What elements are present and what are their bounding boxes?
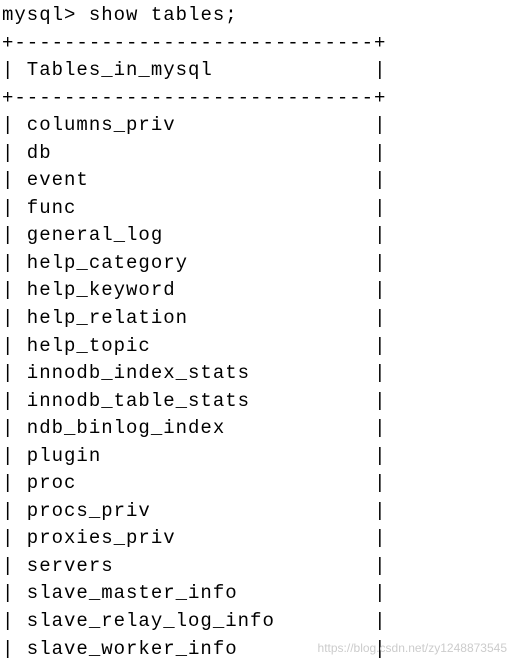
pipe-right: | [374,555,386,577]
table-row: | innodb_index_stats | [2,360,515,388]
pipe-left: | [2,335,14,357]
table-cell: innodb_table_stats [14,390,374,412]
table-cell: general_log [14,224,374,246]
pipe-left: | [2,169,14,191]
pipe-right: | [374,114,386,136]
pipe-left: | [2,307,14,329]
pipe-left: | [2,142,14,164]
command-line: mysql> show tables; [2,2,515,30]
pipe-left: | [2,555,14,577]
table-row: | help_relation | [2,305,515,333]
pipe-left: | [2,390,14,412]
table-cell: slave_relay_log_info [14,610,374,632]
pipe-right: | [374,197,386,219]
table-border-mid: +-----------------------------+ [2,85,515,113]
table-cell: slave_master_info [14,582,374,604]
table-cell: help_relation [14,307,374,329]
pipe-right: | [374,472,386,494]
table-border-top: +-----------------------------+ [2,30,515,58]
table-row: | innodb_table_stats | [2,388,515,416]
table-row: | plugin | [2,443,515,471]
pipe-left: | [2,417,14,439]
table-cell: columns_priv [14,114,374,136]
terminal-output: mysql> show tables; +-------------------… [0,0,515,663]
table-row: | help_topic | [2,333,515,361]
pipe-right: | [374,445,386,467]
pipe-left: | [2,500,14,522]
table-cell: proc [14,472,374,494]
table-row: | ndb_binlog_index | [2,415,515,443]
table-cell: ndb_binlog_index [14,417,374,439]
pipe-right: | [374,390,386,412]
pipe-left: | [2,582,14,604]
pipe-left: | [2,362,14,384]
pipe-left: | [2,197,14,219]
watermark: https://blog.csdn.net/zy1248873545 [318,640,507,657]
table-cell: servers [14,555,374,577]
table-row: | columns_priv | [2,112,515,140]
table-row: | servers | [2,553,515,581]
table-cell: func [14,197,374,219]
table-row: | help_keyword | [2,277,515,305]
pipe-right: | [374,362,386,384]
pipe-right: | [374,252,386,274]
table-cell: help_topic [14,335,374,357]
table-cell: help_category [14,252,374,274]
table-cell: help_keyword [14,279,374,301]
table-cell: procs_priv [14,500,374,522]
table-row: | procs_priv | [2,498,515,526]
column-header: Tables_in_mysql [14,59,374,81]
table-row: | slave_relay_log_info | [2,608,515,636]
pipe-right: | [374,169,386,191]
pipe-left: | [2,638,14,660]
command-text: show tables; [89,4,238,26]
pipe-left: | [2,224,14,246]
table-row: | proc | [2,470,515,498]
table-cell: proxies_priv [14,527,374,549]
table-row: | general_log | [2,222,515,250]
table-row: | func | [2,195,515,223]
pipe-right: | [374,582,386,604]
pipe-right: | [374,335,386,357]
pipe-right: | [374,417,386,439]
table-row: | slave_master_info | [2,580,515,608]
table-row: | event | [2,167,515,195]
pipe-right: | [374,142,386,164]
pipe-left: | [2,527,14,549]
table-row: | proxies_priv | [2,525,515,553]
table-header: | Tables_in_mysql | [2,57,515,85]
pipe-right: | [374,527,386,549]
prompt: mysql> [2,4,89,26]
pipe-left: | [2,59,14,81]
table-cell: innodb_index_stats [14,362,374,384]
table-cell: plugin [14,445,374,467]
pipe-right: | [374,224,386,246]
table-row: | help_category | [2,250,515,278]
pipe-left: | [2,472,14,494]
table-cell: event [14,169,374,191]
pipe-right: | [374,610,386,632]
pipe-left: | [2,114,14,136]
pipe-left: | [2,279,14,301]
table-body: | columns_priv || db || event || func ||… [2,112,515,663]
pipe-left: | [2,252,14,274]
pipe-left: | [2,610,14,632]
pipe-right: | [374,500,386,522]
table-row: | db | [2,140,515,168]
pipe-left: | [2,445,14,467]
pipe-right: | [374,279,386,301]
pipe-right: | [374,307,386,329]
pipe-right: | [374,59,386,81]
table-cell: db [14,142,374,164]
